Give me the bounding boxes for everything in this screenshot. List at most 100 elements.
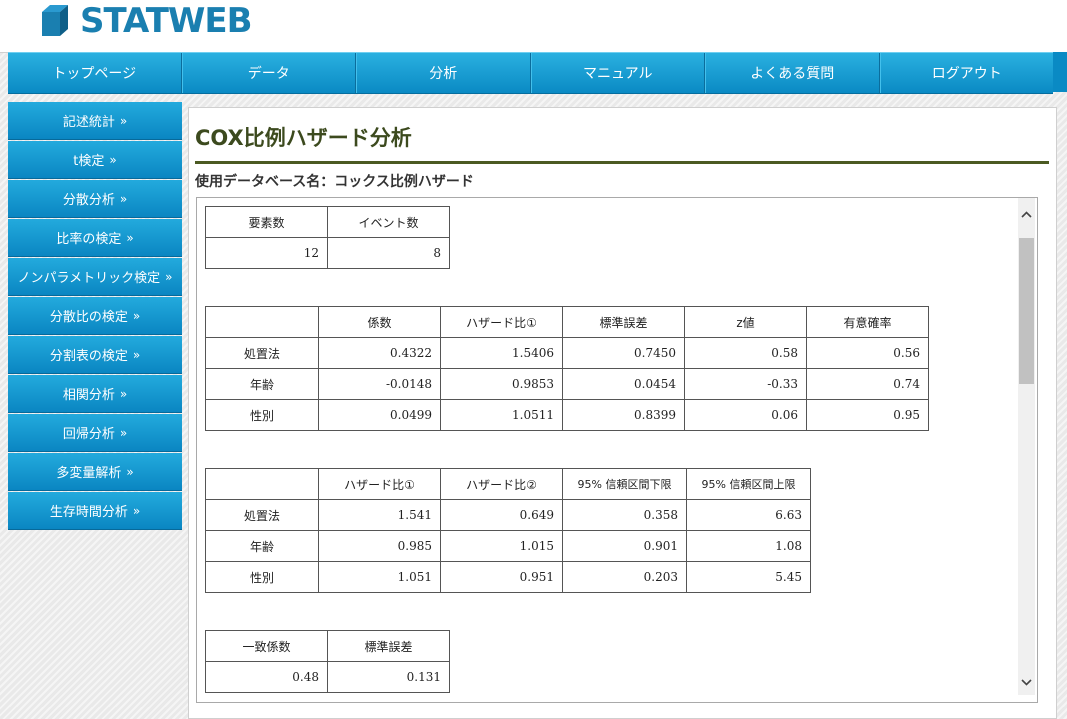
sidebar-item-contingency[interactable]: 分割表の検定 » (8, 336, 182, 374)
table-row: 係数 ハザード比① 標準誤差 z値 有意確率 (205, 306, 929, 338)
table-row: 12 8 (205, 237, 450, 269)
content-panel: COX比例ハザード分析 使用データベース名：コックス比例ハザード 要素数 イベン… (188, 107, 1057, 719)
row-header-cell: 性別 (205, 561, 319, 593)
title-divider (195, 161, 1049, 164)
table-cell: 0.48 (205, 661, 328, 693)
table-cell: 1.541 (318, 499, 441, 531)
sidebar-item-label: 多変量解析 (56, 466, 122, 481)
nav-top-page[interactable]: トップページ (8, 53, 182, 93)
table-row: 処置法 0.4322 1.5406 0.7450 0.58 0.56 (205, 337, 929, 369)
table-cell: 0.0454 (562, 368, 685, 400)
cube-logo-icon (42, 5, 68, 36)
nav-analysis[interactable]: 分析 (356, 53, 531, 93)
chevron-down-icon[interactable] (1018, 674, 1035, 691)
sidebar-item-label: 分散比の検定 (49, 310, 128, 325)
sidebar-item-variance-ratio[interactable]: 分散比の検定 » (8, 297, 182, 335)
row-header-cell: 年齢 (205, 368, 319, 400)
table-header-cell: 標準誤差 (327, 630, 450, 662)
table-header-cell (205, 468, 319, 500)
coefficient-table: 係数 ハザード比① 標準誤差 z値 有意確率 処置法 0.4322 1.5406… (205, 306, 929, 431)
nav-data[interactable]: データ (181, 53, 356, 93)
table-header-cell: 一致係数 (205, 630, 328, 662)
table-header-cell: 95% 信頼区間上限 (686, 468, 811, 500)
chevron-right-icon: » (119, 113, 128, 128)
nav-faq[interactable]: よくある質問 (705, 53, 880, 93)
sidebar-item-label: 生存時間分析 (49, 505, 128, 520)
row-header-cell: 処置法 (205, 499, 319, 531)
site-header: STATWEB (0, 0, 1067, 53)
chevron-right-icon: » (119, 425, 128, 440)
chevron-right-icon: » (126, 230, 134, 245)
chevron-right-icon: » (132, 308, 141, 323)
sidebar: 記述統計 » t検定 » 分散分析 » 比率の検定 » ノンパラメトリック検定 » 分散比… (8, 102, 182, 531)
chevron-up-icon[interactable] (1018, 206, 1035, 223)
sidebar-item-correlation[interactable]: 相関分析 » (8, 375, 182, 413)
table-cell: 0.901 (562, 530, 687, 562)
sidebar-item-label: ノンパラメトリック検定 (17, 271, 161, 286)
table-cell: 0.06 (684, 399, 807, 431)
summary-table: 要素数 イベント数 12 8 (205, 206, 450, 269)
table-header-cell: 有意確率 (806, 306, 929, 338)
sidebar-item-regression[interactable]: 回帰分析 » (8, 414, 182, 452)
table-row: 性別 0.0499 1.0511 0.8399 0.06 0.95 (205, 399, 929, 431)
sidebar-item-label: 分散分析 (62, 193, 115, 208)
table-row: 一致係数 標準誤差 (205, 630, 450, 662)
sidebar-item-nonparametric[interactable]: ノンパラメトリック検定 » (8, 258, 182, 296)
chevron-right-icon: » (109, 152, 117, 167)
table-cell: 1.5406 (440, 337, 563, 369)
nav-logout[interactable]: ログアウト (879, 53, 1054, 93)
logo[interactable]: STATWEB (38, 2, 253, 40)
nav-edge (1053, 52, 1067, 92)
table-cell: 0.58 (684, 337, 807, 369)
table-cell: 1.08 (686, 530, 811, 562)
sidebar-item-label: 回帰分析 (62, 427, 115, 442)
nav-manual[interactable]: マニュアル (530, 53, 705, 93)
chevron-right-icon: » (119, 191, 128, 206)
table-cell: 1.0511 (440, 399, 563, 431)
sidebar-item-multivariate[interactable]: 多変量解析 » (8, 453, 182, 491)
table-cell: 0.7450 (562, 337, 685, 369)
chevron-right-icon: » (119, 386, 128, 401)
page-title: COX比例ハザード分析 (195, 126, 412, 150)
table-cell: 0.0499 (318, 399, 441, 431)
table-header-cell: ハザード比① (440, 306, 563, 338)
table-header-cell: 標準誤差 (562, 306, 685, 338)
table-cell: 6.63 (686, 499, 811, 531)
row-header-cell: 年齢 (205, 530, 319, 562)
table-cell: 8 (327, 237, 450, 269)
chevron-right-icon: » (165, 269, 173, 284)
table-header-cell (205, 306, 319, 338)
sidebar-item-label: 分割表の検定 (49, 349, 128, 364)
sidebar-item-label: 記述統計 (62, 115, 115, 130)
database-name-label: 使用データベース名：コックス比例ハザード (195, 174, 474, 190)
sidebar-item-label: 相関分析 (62, 388, 115, 403)
result-output-area[interactable]: 要素数 イベント数 12 8 係数 ハザード比① 標準誤差 z値 有意確率 処置… (196, 197, 1038, 703)
table-row: 年齢 -0.0148 0.9853 0.0454 -0.33 0.74 (205, 368, 929, 400)
table-header-cell: イベント数 (327, 206, 450, 238)
sidebar-item-proportion-test[interactable]: 比率の検定 » (8, 219, 182, 257)
sidebar-item-survival[interactable]: 生存時間分析 » (8, 492, 182, 530)
table-cell: 0.358 (562, 499, 687, 531)
table-cell: 0.8399 (562, 399, 685, 431)
table-header-cell: z値 (684, 306, 807, 338)
table-cell: 12 (205, 237, 328, 269)
table-header-cell: 95% 信頼区間下限 (562, 468, 687, 500)
result-scrollbar[interactable] (1018, 198, 1035, 695)
sidebar-item-t-test[interactable]: t検定 » (8, 141, 182, 179)
scrollbar-thumb[interactable] (1019, 238, 1034, 384)
sidebar-item-anova[interactable]: 分散分析 » (8, 180, 182, 218)
table-cell: 0.95 (806, 399, 929, 431)
confidence-interval-table: ハザード比① ハザード比② 95% 信頼区間下限 95% 信頼区間上限 処置法 … (205, 468, 811, 593)
chevron-right-icon: » (126, 464, 134, 479)
table-cell: 0.649 (440, 499, 563, 531)
table-cell: 0.985 (318, 530, 441, 562)
table-row: 性別 1.051 0.951 0.203 5.45 (205, 561, 811, 593)
table-row: ハザード比① ハザード比② 95% 信頼区間下限 95% 信頼区間上限 (205, 468, 811, 500)
table-cell: 0.9853 (440, 368, 563, 400)
table-row: 要素数 イベント数 (205, 206, 450, 238)
table-row: 0.48 0.131 (205, 661, 450, 693)
sidebar-item-descriptive-stats[interactable]: 記述統計 » (8, 102, 182, 140)
table-row: 処置法 1.541 0.649 0.358 6.63 (205, 499, 811, 531)
table-row: 年齢 0.985 1.015 0.901 1.08 (205, 530, 811, 562)
table-header-cell: 要素数 (205, 206, 328, 238)
